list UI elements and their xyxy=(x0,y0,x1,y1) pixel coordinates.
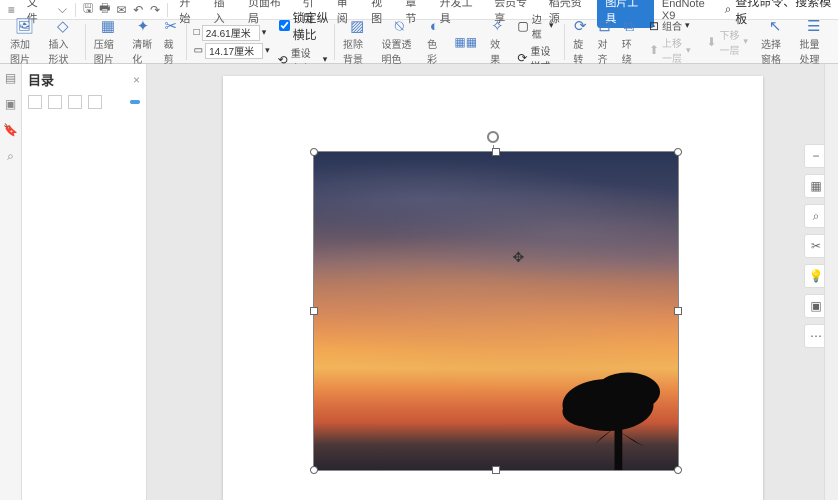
thumbnail-tool-icon[interactable]: ▣ xyxy=(3,96,19,112)
insert-shape-button[interactable]: ◇插入形状 xyxy=(45,22,82,62)
effect-button[interactable]: ✧效果 xyxy=(486,22,508,62)
compress-icon: ▦ xyxy=(101,17,115,35)
outline-tab-3[interactable] xyxy=(68,95,82,109)
outline-tool-icon[interactable]: ▤ xyxy=(3,70,19,86)
wrap-button[interactable]: ⧉环绕 xyxy=(618,22,640,62)
width-input[interactable] xyxy=(202,25,260,41)
remove-bg-button[interactable]: ▨抠除背景 xyxy=(339,22,376,62)
width-icon: □ xyxy=(194,27,200,38)
up-icon: ⬆ xyxy=(649,43,659,57)
preview-icon[interactable]: ✉ xyxy=(114,2,129,18)
style-gallery[interactable]: ▦▦ xyxy=(451,35,480,49)
resize-handle-bl[interactable] xyxy=(310,466,318,474)
vertical-scrollbar[interactable] xyxy=(824,64,838,500)
color-button[interactable]: ◐色彩 xyxy=(423,22,445,62)
dropdown-icon[interactable]: ⌵ xyxy=(55,2,70,18)
down-icon: ⬇ xyxy=(706,35,716,49)
transparent-icon: ⍉ xyxy=(395,18,404,35)
border-icon: ▢ xyxy=(517,19,528,33)
wrap-icon: ⧉ xyxy=(623,18,634,35)
bookmark-tool-icon[interactable]: 🔖 xyxy=(3,122,19,138)
outline-tab-2[interactable] xyxy=(48,95,62,109)
add-image-button[interactable]: 🖼添加图片 xyxy=(6,22,43,62)
border-button[interactable]: ▢边框▾ xyxy=(514,11,556,41)
transparent-button[interactable]: ⍉设置透明色 xyxy=(377,22,421,62)
undo-icon[interactable]: ↶ xyxy=(131,2,146,18)
outline-tab-4[interactable] xyxy=(88,95,102,109)
resize-handle-ml[interactable] xyxy=(310,307,318,315)
resize-handle-bm[interactable] xyxy=(492,466,500,474)
lock-ratio-checkbox[interactable]: 锁定纵横比 xyxy=(279,9,331,43)
resize-handle-mr[interactable] xyxy=(674,307,682,315)
group-button[interactable]: ⊡组合▾ xyxy=(646,18,693,33)
outline-title: 目录 xyxy=(28,70,54,89)
outline-close-icon[interactable]: × xyxy=(133,73,140,87)
batch-button[interactable]: ☰批量处理 xyxy=(795,22,832,62)
resize-handle-tr[interactable] xyxy=(674,148,682,156)
height-icon: ▭ xyxy=(194,45,203,56)
shape-icon: ◇ xyxy=(57,17,69,35)
cursor-icon: ↖ xyxy=(769,17,782,35)
redo-icon[interactable]: ↷ xyxy=(148,2,163,18)
compress-button[interactable]: ▦压缩图片 xyxy=(90,22,127,62)
resize-handle-tm[interactable] xyxy=(492,148,500,156)
save-icon[interactable]: 🖫 xyxy=(81,2,96,18)
effect-icon: ✧ xyxy=(491,17,504,35)
up-layer-button[interactable]: ⬆上移一层▾ xyxy=(646,35,693,65)
resetstyle-icon: ⟳ xyxy=(517,51,527,65)
resize-handle-tl[interactable] xyxy=(310,148,318,156)
image-icon: 🖼 xyxy=(15,17,34,35)
outline-tab-1[interactable] xyxy=(28,95,42,109)
crop-icon: ✂ xyxy=(165,17,178,35)
sharpen-icon: ✦ xyxy=(137,17,150,35)
selected-image[interactable] xyxy=(313,151,679,471)
gallery-icon: ▦▦ xyxy=(454,35,477,49)
rotation-handle[interactable] xyxy=(487,131,499,143)
rotate-icon: ⟳ xyxy=(574,17,587,35)
print-icon[interactable]: 🖶 xyxy=(97,2,112,18)
sharpen-button[interactable]: ✦清晰化 xyxy=(128,22,157,62)
down-layer-button[interactable]: ⬇下移一层▾ xyxy=(703,27,750,57)
color-icon: ◐ xyxy=(430,18,439,35)
rotate-button[interactable]: ⟳旋转 xyxy=(569,22,591,62)
document-page[interactable]: ✥ xyxy=(223,76,763,500)
align-button[interactable]: ⊟对齐 xyxy=(593,22,615,62)
selection-pane-button[interactable]: ↖选择窗格 xyxy=(757,22,794,62)
align-icon: ⊟ xyxy=(598,17,611,35)
outline-indicator xyxy=(130,100,140,104)
search-icon: ⌕ xyxy=(725,2,732,17)
removebg-icon: ▨ xyxy=(350,17,364,35)
menu-icon[interactable]: ≡ xyxy=(4,2,19,18)
sunset-image-content xyxy=(314,152,678,470)
find-tool-icon[interactable]: ⌕ xyxy=(3,148,19,164)
group-icon: ⊡ xyxy=(649,19,659,33)
tree-silhouette xyxy=(543,340,673,470)
crop-button[interactable]: ✂裁剪 xyxy=(160,22,182,62)
resize-handle-br[interactable] xyxy=(674,466,682,474)
height-input[interactable] xyxy=(205,43,263,59)
batch-icon: ☰ xyxy=(807,17,820,35)
